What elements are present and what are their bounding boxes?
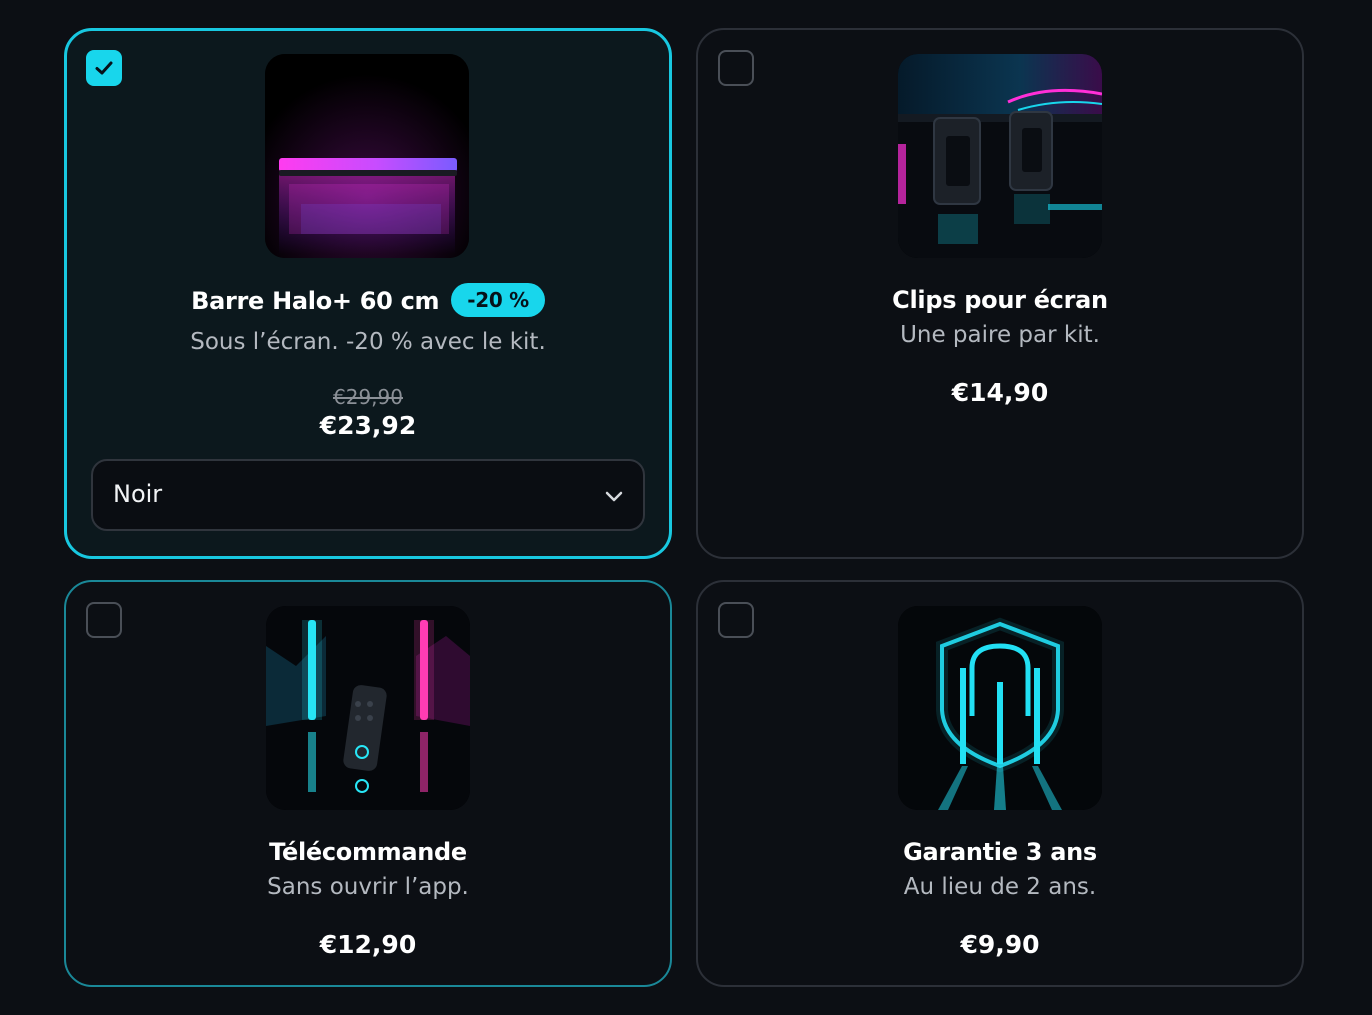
product-subtitle: Une paire par kit. bbox=[900, 322, 1100, 348]
product-old-price: €29,90 bbox=[333, 385, 403, 409]
product-title: Clips pour écran bbox=[892, 286, 1108, 314]
product-checkbox[interactable] bbox=[86, 50, 122, 86]
product-image-warranty bbox=[898, 606, 1102, 810]
product-checkbox[interactable] bbox=[86, 602, 122, 638]
product-card-screen-clips[interactable]: Clips pour écran Une paire par kit. €14,… bbox=[696, 28, 1304, 559]
chevron-down-icon bbox=[605, 491, 623, 502]
product-card-halo-bar[interactable]: Barre Halo+ 60 cm -20 % Sous l’écran. -20… bbox=[64, 28, 672, 559]
product-title: Télécommande bbox=[269, 838, 467, 866]
variant-select-value: Noir bbox=[113, 480, 163, 508]
product-title-row: Barre Halo+ 60 cm -20 % bbox=[67, 283, 669, 319]
product-price: €23,92 bbox=[319, 411, 417, 440]
product-title: Garantie 3 ans bbox=[903, 838, 1097, 866]
product-price: €14,90 bbox=[951, 378, 1049, 407]
product-price: €12,90 bbox=[319, 930, 417, 959]
product-image-remote bbox=[266, 606, 470, 810]
product-checkbox[interactable] bbox=[718, 602, 754, 638]
product-image-halo-bar bbox=[265, 54, 469, 258]
product-title: Barre Halo+ 60 cm bbox=[191, 287, 440, 315]
product-subtitle: Sous l’écran. -20 % avec le kit. bbox=[190, 329, 546, 355]
checkmark-icon bbox=[95, 61, 113, 75]
product-subtitle: Au lieu de 2 ans. bbox=[903, 874, 1097, 900]
product-subtitle: Sans ouvrir l’app. bbox=[267, 874, 469, 900]
product-card-remote[interactable]: Télécommande Sans ouvrir l’app. €12,90 bbox=[64, 580, 672, 987]
product-image-screen-clips bbox=[898, 54, 1102, 258]
product-checkbox[interactable] bbox=[718, 50, 754, 86]
product-card-warranty[interactable]: Garantie 3 ans Au lieu de 2 ans. €9,90 bbox=[696, 580, 1304, 987]
product-price: €9,90 bbox=[960, 930, 1040, 959]
discount-badge: -20 % bbox=[451, 283, 545, 317]
variant-select[interactable]: Noir bbox=[91, 459, 645, 531]
